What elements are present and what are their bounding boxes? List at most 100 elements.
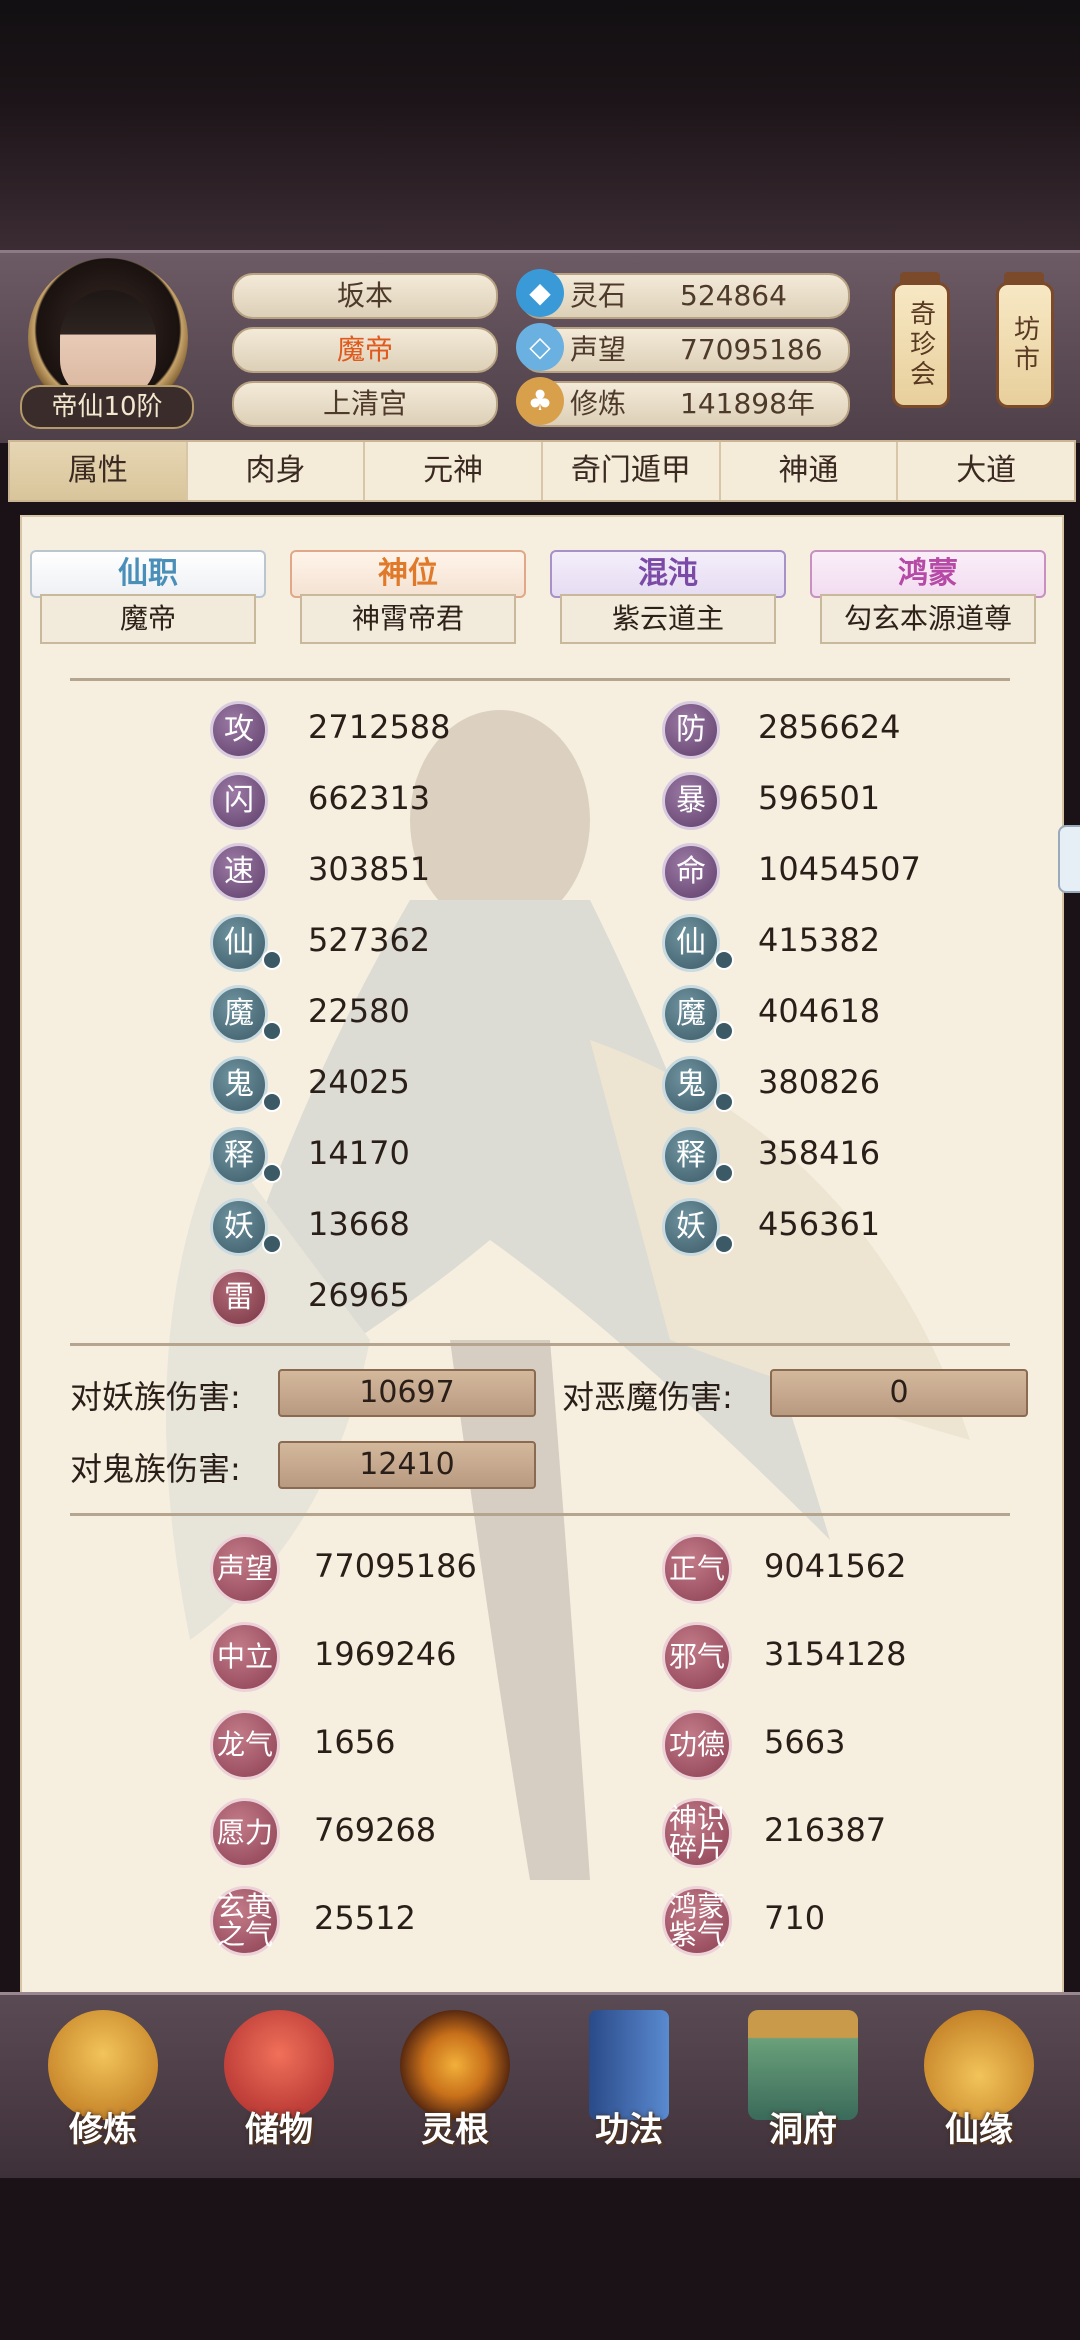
attack-icon: 攻 bbox=[210, 701, 268, 759]
shield-mark-icon bbox=[714, 950, 734, 970]
yao-attack-icon: 妖 bbox=[210, 1198, 268, 1256]
demon-attack-value: 22580 bbox=[308, 992, 410, 1030]
buddha-defense-value: 358416 bbox=[758, 1134, 881, 1172]
resource-spirit-stone: ◆ 灵石 524864 bbox=[516, 269, 850, 319]
title-label: 神位 bbox=[378, 556, 438, 591]
immortal-attack-value: 527362 bbox=[308, 921, 431, 959]
dragon-qi-value: 1656 bbox=[314, 1723, 396, 1761]
avatar[interactable] bbox=[60, 290, 156, 400]
tab-body[interactable]: 肉身 bbox=[188, 442, 366, 500]
reputation-stat-icon: 声望 bbox=[210, 1534, 280, 1604]
top-background bbox=[0, 0, 1080, 250]
damage-vs-ghost-label: 对鬼族伤害: bbox=[70, 1450, 241, 1488]
nav-storage[interactable]: 储物 bbox=[204, 2010, 354, 2180]
tab-attributes[interactable]: 属性 bbox=[10, 442, 188, 500]
resource-reputation: ◇ 声望 77095186 bbox=[516, 323, 850, 373]
immortal-attack-icon: 仙 bbox=[210, 914, 268, 972]
market-button[interactable]: 坊市 bbox=[996, 282, 1054, 408]
yao-attack-value: 13668 bbox=[308, 1205, 410, 1243]
title-badge-hundun[interactable]: 混沌 bbox=[550, 550, 786, 598]
tab-bar: 属性 肉身 元神 奇门遁甲 神通 大道 bbox=[8, 440, 1076, 502]
bottom-background bbox=[0, 2178, 1080, 2340]
character-name: 坂本 bbox=[232, 273, 498, 319]
nav-cultivate[interactable]: 修炼 bbox=[28, 2010, 178, 2180]
attack-mark-icon bbox=[262, 950, 282, 970]
nav-cave[interactable]: 洞府 bbox=[728, 2010, 878, 2180]
title-badge-shenwei[interactable]: 神位 bbox=[290, 550, 526, 598]
nav-label: 功法 bbox=[595, 2110, 663, 2150]
tab-dao[interactable]: 大道 bbox=[898, 442, 1074, 500]
reputation-icon: ◇ bbox=[516, 323, 564, 371]
damage-vs-demon-value: 0 bbox=[770, 1369, 1028, 1417]
resource-value: 77095186 bbox=[680, 333, 823, 366]
defense-icon: 防 bbox=[662, 701, 720, 759]
buddha-attack-icon: 释 bbox=[210, 1127, 268, 1185]
tab-soul[interactable]: 元神 bbox=[365, 442, 544, 500]
ghost-attack-value: 24025 bbox=[308, 1063, 410, 1101]
side-expand-tab[interactable] bbox=[1058, 825, 1080, 893]
hp-value: 10454507 bbox=[758, 850, 921, 888]
resource-cultivation: ♣ 修炼 141898年 bbox=[516, 377, 850, 427]
tab-divine-arts[interactable]: 神通 bbox=[721, 442, 899, 500]
nav-label: 仙缘 bbox=[945, 2110, 1013, 2150]
nav-label: 洞府 bbox=[769, 2110, 837, 2150]
yao-defense-icon: 妖 bbox=[662, 1198, 720, 1256]
nav-label: 储物 bbox=[245, 2110, 313, 2150]
nav-label: 灵根 bbox=[421, 2110, 489, 2150]
speed-icon: 速 bbox=[210, 843, 268, 901]
thunder-icon: 雷 bbox=[210, 1269, 268, 1327]
immortal-defense-icon: 仙 bbox=[662, 914, 720, 972]
evil-qi-value: 3154128 bbox=[764, 1635, 907, 1673]
merit-icon: 功德 bbox=[662, 1710, 732, 1780]
nav-fate[interactable]: 仙缘 bbox=[904, 2010, 1054, 2180]
ghost-defense-value: 380826 bbox=[758, 1063, 881, 1101]
title-label: 仙职 bbox=[118, 556, 178, 591]
divider bbox=[70, 678, 1010, 681]
resource-label: 灵石 bbox=[570, 279, 627, 312]
dragon-qi-icon: 龙气 bbox=[210, 1710, 280, 1780]
thunder-value: 26965 bbox=[308, 1276, 410, 1314]
damage-vs-yao-label: 对妖族伤害: bbox=[70, 1378, 241, 1416]
damage-vs-yao-value: 10697 bbox=[278, 1369, 536, 1417]
soul-shard-value: 216387 bbox=[764, 1811, 887, 1849]
shield-mark-icon bbox=[714, 1021, 734, 1041]
divider bbox=[70, 1513, 1010, 1516]
soul-shard-icon: 神识 碎片 bbox=[662, 1798, 732, 1868]
shield-mark-icon bbox=[714, 1163, 734, 1183]
speed-value: 303851 bbox=[308, 850, 431, 888]
nav-techniques[interactable]: 功法 bbox=[554, 2010, 704, 2180]
xuanhuang-qi-icon: 玄黄 之气 bbox=[210, 1886, 280, 1956]
attack-mark-icon bbox=[262, 1163, 282, 1183]
righteous-qi-icon: 正气 bbox=[662, 1534, 732, 1604]
treasure-hall-button[interactable]: 奇珍会 bbox=[892, 282, 950, 408]
reputation-stat-value: 77095186 bbox=[314, 1547, 477, 1585]
character-sect: 上清宫 bbox=[232, 381, 498, 427]
buddha-attack-value: 14170 bbox=[308, 1134, 410, 1172]
character-illustration bbox=[166, 710, 970, 1880]
evil-qi-icon: 邪气 bbox=[662, 1622, 732, 1692]
crit-value: 596501 bbox=[758, 779, 881, 817]
buddha-defense-icon: 释 bbox=[662, 1127, 720, 1185]
ghost-defense-icon: 鬼 bbox=[662, 1056, 720, 1114]
shield-mark-icon bbox=[714, 1234, 734, 1254]
nav-spirit-root[interactable]: 灵根 bbox=[380, 2010, 530, 2180]
defense-value: 2856624 bbox=[758, 708, 901, 746]
demon-attack-icon: 魔 bbox=[210, 985, 268, 1043]
resource-label: 声望 bbox=[570, 333, 627, 366]
shield-mark-icon bbox=[714, 1092, 734, 1112]
title-value: 紫云道主 bbox=[560, 594, 776, 644]
hp-icon: 命 bbox=[662, 843, 720, 901]
cultivation-icon: ♣ bbox=[516, 377, 564, 425]
dodge-value: 662313 bbox=[308, 779, 431, 817]
demon-defense-value: 404618 bbox=[758, 992, 881, 1030]
tab-qimen[interactable]: 奇门遁甲 bbox=[543, 442, 721, 500]
title-badge-hongmeng[interactable]: 鸿蒙 bbox=[810, 550, 1046, 598]
attack-value: 2712588 bbox=[308, 708, 451, 746]
yao-defense-value: 456361 bbox=[758, 1205, 881, 1243]
title-value: 神霄帝君 bbox=[300, 594, 516, 644]
title-value: 勾玄本源道尊 bbox=[820, 594, 1036, 644]
attack-mark-icon bbox=[262, 1092, 282, 1112]
title-badge-xianzhi[interactable]: 仙职 bbox=[30, 550, 266, 598]
righteous-qi-value: 9041562 bbox=[764, 1547, 907, 1585]
damage-vs-demon-label: 对恶魔伤害: bbox=[562, 1378, 733, 1416]
